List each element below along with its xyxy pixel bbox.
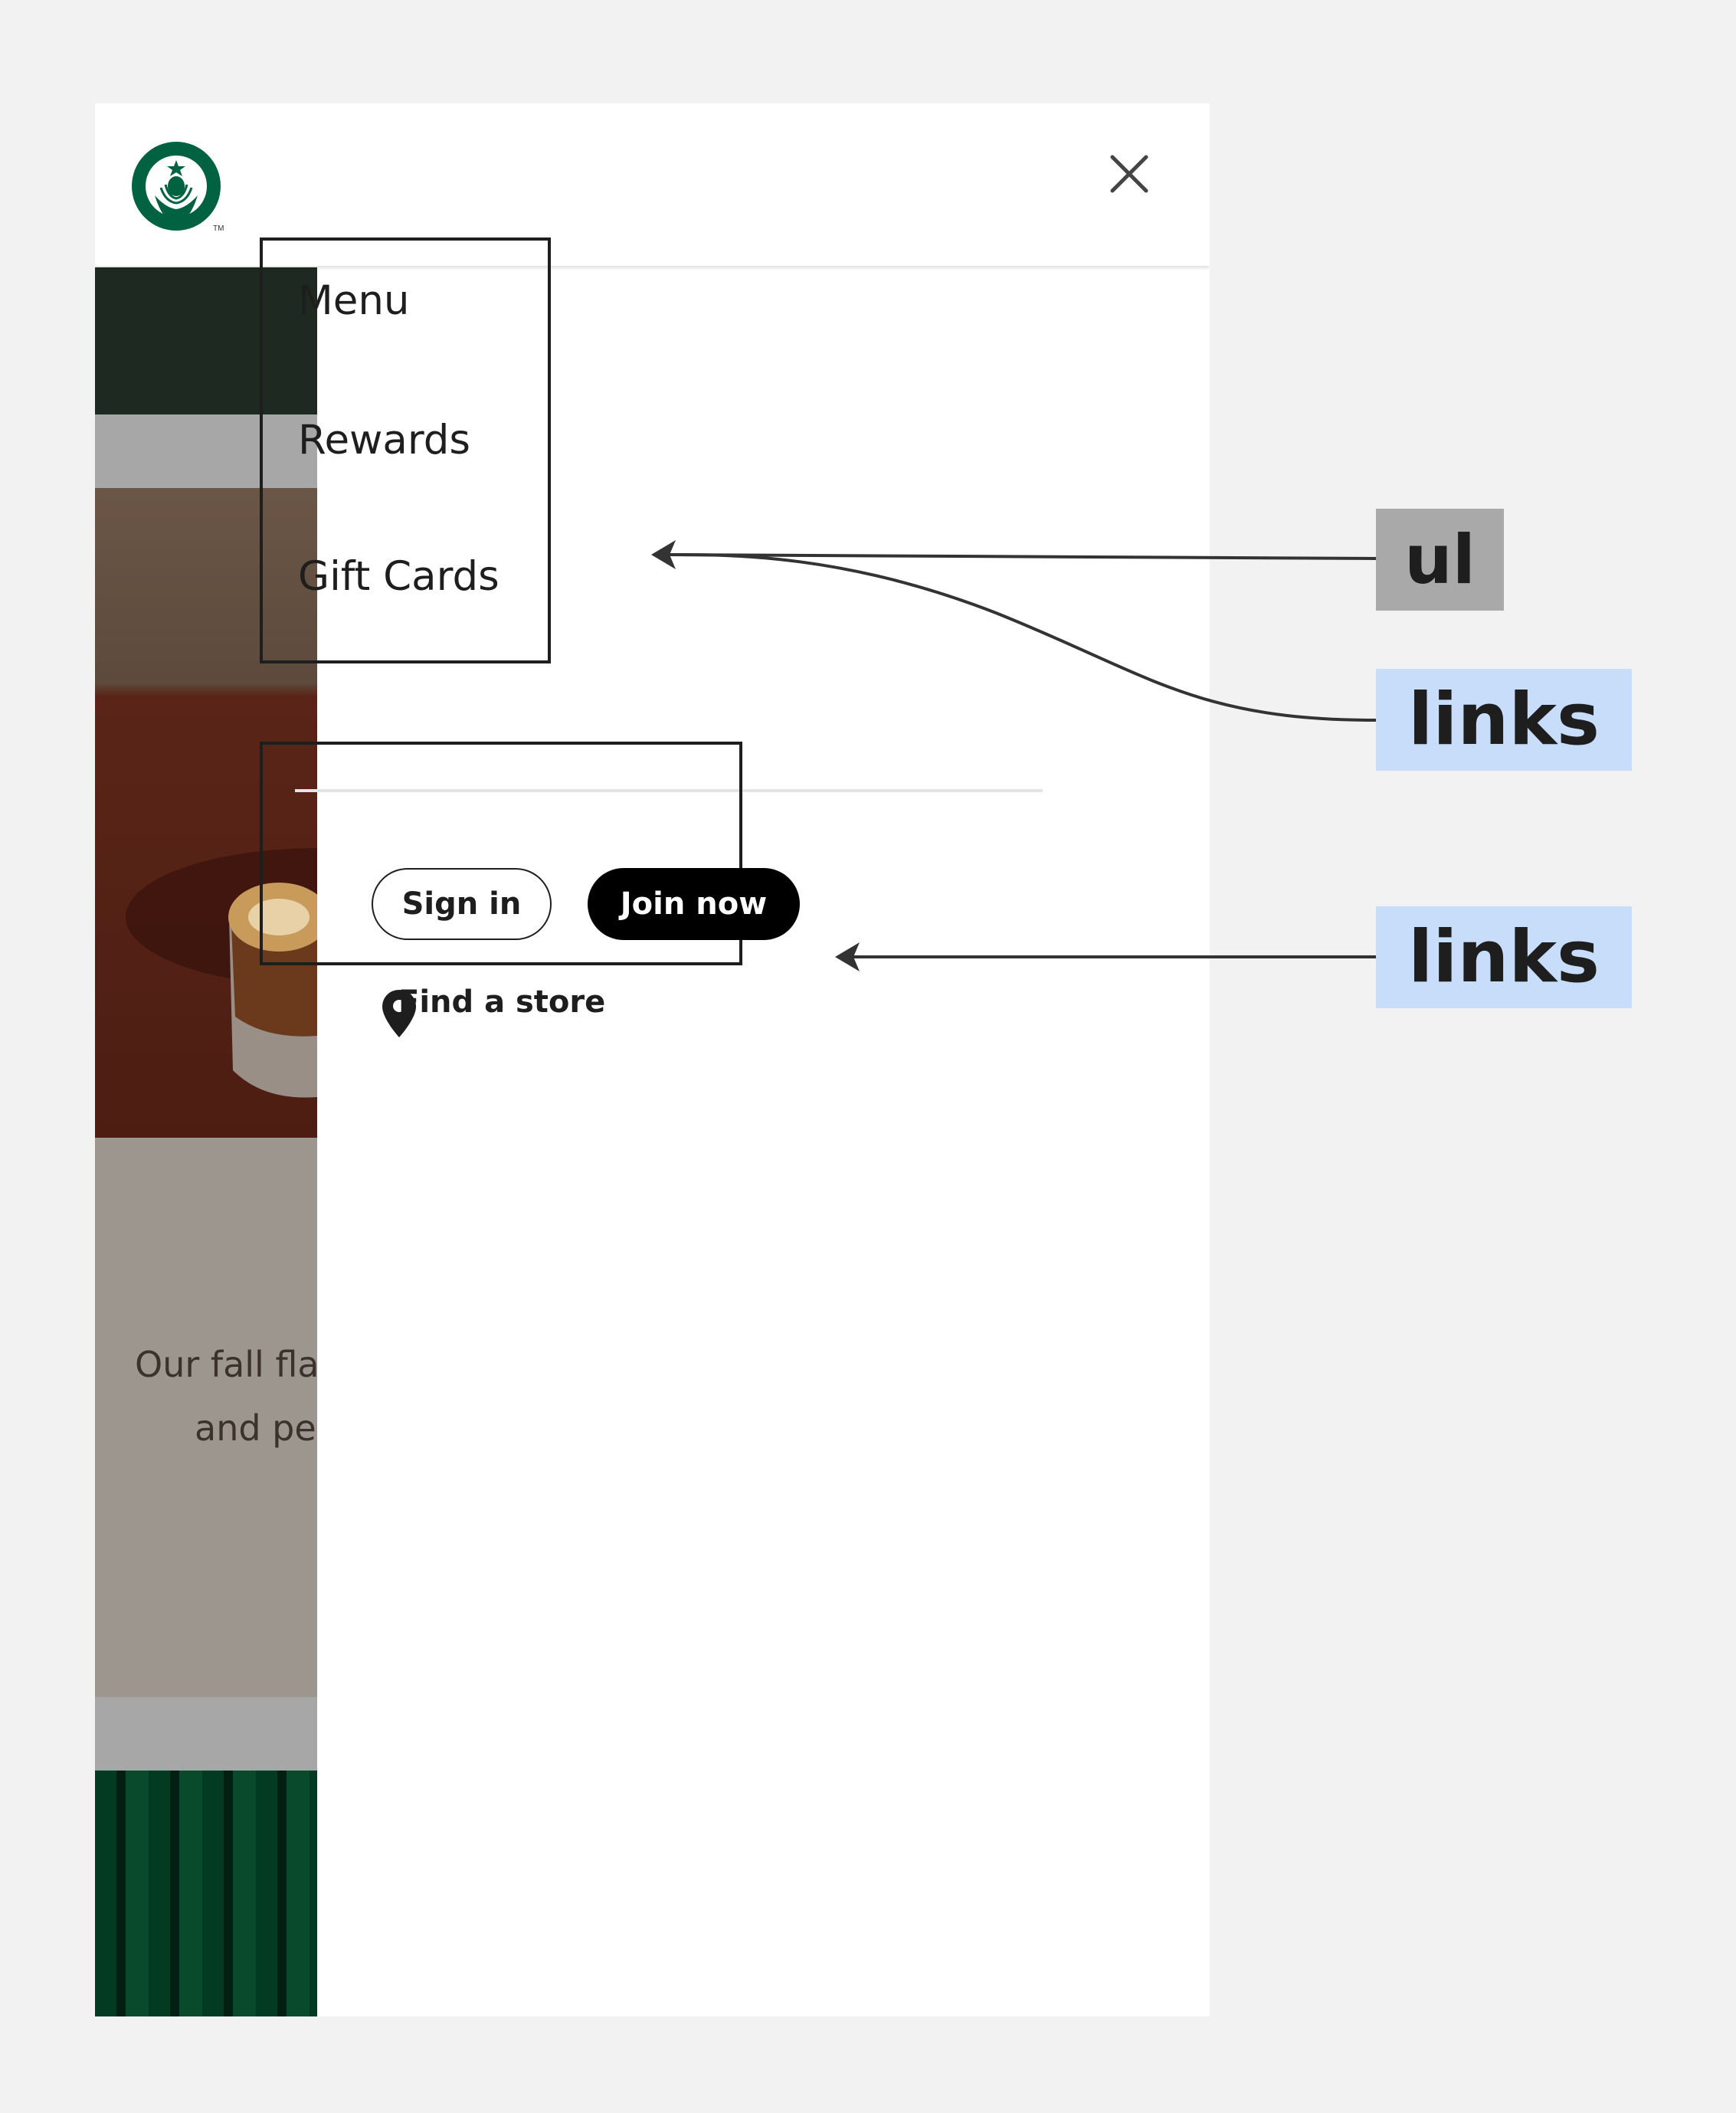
nav-list: Menu Rewards Gift Cards xyxy=(260,238,551,663)
annotation-ul: ul xyxy=(1376,509,1504,611)
annotation-links-1: links xyxy=(1376,669,1632,771)
svg-text:TM: TM xyxy=(213,224,224,232)
find-store-link[interactable]: Find a store xyxy=(398,984,605,1020)
nav-item-menu[interactable]: Menu xyxy=(298,277,410,324)
bg-tagline-line1: Our fall flav xyxy=(135,1344,317,1385)
bg-green-band xyxy=(95,1771,317,2016)
sign-in-button[interactable]: Sign in xyxy=(372,868,552,940)
join-now-button[interactable]: Join now xyxy=(588,868,800,940)
close-icon xyxy=(1110,155,1148,193)
bg-tagline-line2: and pe xyxy=(195,1407,316,1449)
close-button[interactable] xyxy=(1099,143,1160,205)
bg-gray-band-2 xyxy=(95,1697,317,1771)
annotation-links-2: links xyxy=(1376,906,1632,1008)
starbucks-logo-icon[interactable]: TM xyxy=(132,140,224,232)
nav-item-gift-cards[interactable]: Gift Cards xyxy=(298,553,500,600)
nav-item-rewards[interactable]: Rewards xyxy=(298,417,470,464)
